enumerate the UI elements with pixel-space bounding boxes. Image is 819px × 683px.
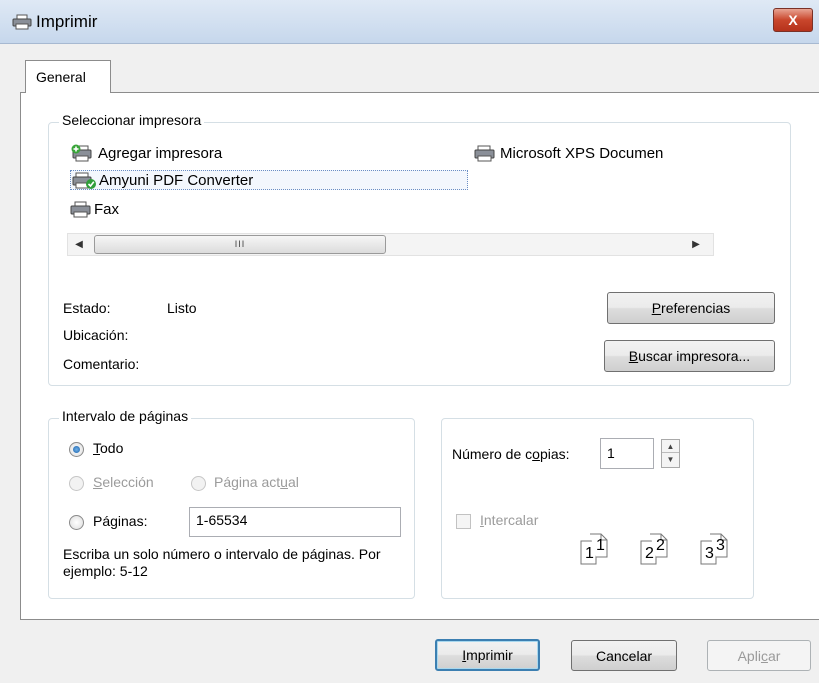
- button-label: Aplicar: [737, 647, 781, 664]
- printer-list-scrollbar[interactable]: ◀ III ▶: [67, 233, 714, 256]
- status-label: Estado:: [63, 300, 111, 316]
- page-range-hint: Escriba un solo número o intervalo de pá…: [63, 546, 381, 579]
- printer-item-fax[interactable]: Fax: [70, 199, 119, 219]
- printer-label: Fax: [94, 200, 120, 218]
- printer-item-amyuni[interactable]: Amyuni PDF Converter: [70, 170, 468, 190]
- printer-selection-label: Seleccionar impresora: [59, 112, 205, 128]
- radio-current-page-label[interactable]: Página actual: [214, 474, 299, 490]
- printer-label: Microsoft XPS Documen: [500, 144, 664, 162]
- cancel-button[interactable]: Cancelar: [571, 640, 677, 671]
- comment-label: Comentario:: [63, 356, 140, 372]
- page-icon: 3 3: [700, 533, 728, 565]
- status-value: Listo: [167, 300, 197, 316]
- pages-input[interactable]: 1-65534: [189, 507, 401, 537]
- printer-icon: [474, 145, 495, 162]
- spinner-up-icon[interactable]: ▲: [662, 440, 679, 453]
- radio-all-label[interactable]: Todo: [93, 440, 123, 456]
- collate-checkbox[interactable]: [456, 514, 471, 529]
- button-label: Preferencias: [651, 300, 731, 316]
- find-printer-button[interactable]: Buscar impresora...: [604, 340, 775, 372]
- copies-spinner[interactable]: ▲ ▼: [661, 439, 680, 468]
- radio-pages[interactable]: [69, 515, 84, 530]
- spinner-down-icon[interactable]: ▼: [662, 453, 679, 466]
- fax-icon: [70, 201, 91, 218]
- printer-icon: [12, 14, 32, 30]
- radio-current-page[interactable]: [191, 476, 206, 491]
- copies-input[interactable]: 1: [600, 438, 654, 469]
- button-label: Imprimir: [462, 647, 513, 663]
- page-icon: 2 2: [640, 533, 668, 565]
- scroll-right-arrow[interactable]: ▶: [689, 237, 703, 253]
- collate-label[interactable]: Intercalar: [480, 512, 538, 528]
- close-icon: X: [788, 12, 798, 28]
- tab-general[interactable]: General: [25, 60, 111, 93]
- add-printer-icon: [71, 144, 92, 162]
- location-label: Ubicación:: [63, 327, 129, 343]
- printer-label: Amyuni PDF Converter: [99, 171, 254, 189]
- radio-all[interactable]: [69, 442, 84, 457]
- radio-pages-label[interactable]: Páginas:: [93, 513, 147, 529]
- printer-item-add[interactable]: Agregar impresora: [70, 143, 222, 163]
- title-bar[interactable]: Imprimir X: [0, 0, 819, 44]
- default-printer-icon: [72, 172, 96, 189]
- scrollbar-thumb[interactable]: III: [94, 235, 386, 254]
- copies-label: Número de copias:: [452, 446, 570, 462]
- printer-label: Agregar impresora: [98, 144, 223, 162]
- scroll-left-arrow[interactable]: ◀: [72, 237, 86, 253]
- print-button[interactable]: Imprimir: [435, 639, 540, 671]
- radio-selection-label[interactable]: Selección: [93, 474, 154, 490]
- apply-button[interactable]: Aplicar: [707, 640, 811, 671]
- print-dialog: Imprimir X General Seleccionar impresora…: [0, 0, 819, 683]
- page-icon: 1 1: [580, 533, 608, 565]
- preferences-button[interactable]: Preferencias: [607, 292, 775, 324]
- button-label: Buscar impresora...: [628, 348, 751, 364]
- page-range-label: Intervalo de páginas: [59, 408, 192, 424]
- close-button[interactable]: X: [773, 8, 813, 32]
- printer-item-xps[interactable]: Microsoft XPS Documen: [472, 143, 714, 163]
- radio-selection[interactable]: [69, 476, 84, 491]
- window-title: Imprimir: [36, 12, 98, 31]
